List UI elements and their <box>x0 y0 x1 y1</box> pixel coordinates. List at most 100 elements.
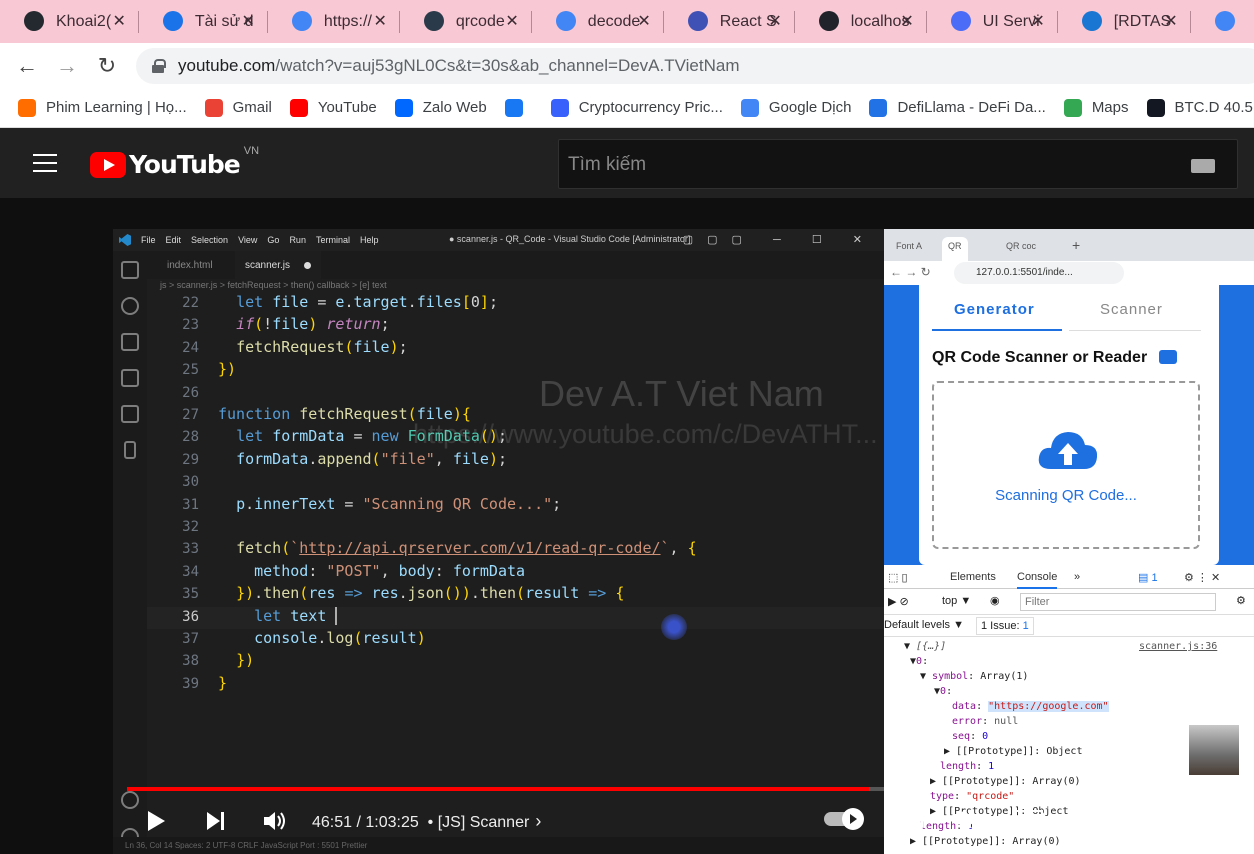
vuetify-icon <box>423 11 444 31</box>
console-tree-row: seq: 0 <box>952 731 989 742</box>
bookmark-icon <box>740 98 759 117</box>
browser-tab[interactable]: React S ✕ <box>664 0 794 43</box>
code-line: 35 }).then(res => res.json()).then(resul… <box>147 584 884 606</box>
youtube-header: YouTube VN Tìm kiếm <box>0 128 1254 198</box>
close-tab-icon[interactable]: ✕ <box>505 11 518 31</box>
line-number: 38 <box>182 653 199 670</box>
tab-underline <box>932 329 1062 331</box>
close-tab-icon[interactable]: ✕ <box>1031 11 1044 31</box>
browser-tab[interactable]: https://✕ <box>268 0 399 43</box>
code-text: fetch(`http://api.qrserver.com/v1/read-q… <box>236 539 697 558</box>
youtube-region: VN <box>243 144 260 157</box>
source-control-icon <box>121 333 139 351</box>
extensions-icon <box>121 405 139 423</box>
settings-icon[interactable] <box>953 796 985 846</box>
autoplay-knob <box>842 808 864 830</box>
progress-remaining <box>869 787 1127 791</box>
presenter-webcam <box>1189 725 1239 775</box>
next-video-icon[interactable] <box>201 796 231 846</box>
browser-tab[interactable]: [RDTAS ✕ <box>1058 0 1190 43</box>
message-badge: ▤ 1 <box>1138 572 1158 584</box>
embedded-nav-icons: ← → ↻ <box>890 265 931 279</box>
vscode-menu: File Edit Selection View Go Run Terminal Help <box>141 235 388 245</box>
subtitles-icon[interactable] <box>893 796 925 846</box>
reload-icon[interactable]: ↻ <box>87 46 127 86</box>
close-tab-icon[interactable]: ✕ <box>241 11 254 31</box>
devtools-tabs: ⬚ ▯ Elements Console » ▤ 1 ⚙ ⋮ ✕ <box>884 565 1254 589</box>
bookmark-icon <box>204 98 223 117</box>
bookmark-item[interactable]: YouTube <box>289 98 377 117</box>
window-controls: ▢▢▢ ─ ☐ ✕ <box>682 234 876 246</box>
bookmarks-bar: Phim Learning | Họ... Gmail YouTube Zalo We… <box>0 88 1254 128</box>
editor-breadcrumb: js > scanner.js > fetchRequest > then() … <box>160 280 387 290</box>
vscode-menu-item: File <box>141 235 156 245</box>
fullscreen-icon[interactable] <box>1195 796 1225 846</box>
theater-mode-icon[interactable] <box>1073 796 1107 846</box>
time-display: 46:51 / 1:03:25 • [JS] Scanner › <box>312 811 541 832</box>
bookmark-item[interactable] <box>504 98 533 117</box>
vscode-menu-item: Help <box>359 235 379 245</box>
line-number: 30 <box>182 474 199 491</box>
card-title: QR Code Scanner or Reader <box>932 349 1148 366</box>
mouse-click-indicator <box>661 614 687 640</box>
browser-tab[interactable]: decode ✕ <box>532 0 663 43</box>
browser-tab[interactable]: Khoai2(✕ <box>0 0 138 43</box>
chapter-title[interactable]: • [JS] Scanner <box>428 814 530 831</box>
address-bar[interactable]: youtube.com/watch?v=auj53gNL0Cs&t=30s&ab… <box>136 48 1254 84</box>
close-tab-icon[interactable]: ✕ <box>112 11 125 31</box>
video-player[interactable]: File Edit Selection View Go Run Terminal Help ●… <box>113 229 1254 854</box>
devtools-settings-icon: ⚙ ⋮ ✕ <box>1184 572 1221 584</box>
bookmark-item[interactable]: BTC.D 40.5 <box>1146 98 1253 117</box>
address-url[interactable]: youtube.com/watch?v=auj53gNL0Cs&t=30s&ab… <box>178 56 740 76</box>
menu-icon[interactable] <box>33 154 57 172</box>
google-icon <box>555 11 576 31</box>
code-text: console.log(result) <box>254 629 426 647</box>
browser-tab[interactable]: con <box>1191 0 1254 43</box>
close-tab-icon[interactable]: ✕ <box>1164 11 1177 31</box>
bookmark-item[interactable]: DefiLlama - DeFi Da... <box>869 98 1046 117</box>
forward-icon[interactable]: → <box>47 46 87 86</box>
browser-tab[interactable]: localhos ✕ <box>795 0 926 43</box>
youtube-logo[interactable]: YouTube VN <box>90 145 259 179</box>
code-line: 29 formData.append("file", file); <box>147 450 884 472</box>
code-text: method: "POST", body: formData <box>254 561 526 580</box>
cast-icon[interactable] <box>1133 796 1167 846</box>
document-icon <box>162 11 183 31</box>
close-tab-icon[interactable]: ✕ <box>768 11 781 31</box>
close-tab-icon[interactable]: ✕ <box>900 11 913 31</box>
close-tab-icon[interactable]: ✕ <box>637 11 650 31</box>
bookmark-item[interactable]: Zalo Web <box>394 98 487 117</box>
browser-tab[interactable]: qrcode ✕ <box>400 0 531 43</box>
browser-toolbar: ← → ↻ youtube.com/watch?v=auj53gNL0Cs&t=… <box>0 43 1254 88</box>
generator-tab: Generator <box>954 301 1035 318</box>
console-toolbar: ▶ ⊘ top ▼ ◉ Filter ⚙ <box>884 589 1254 615</box>
autoplay-toggle[interactable] <box>824 808 864 830</box>
bookmark-item[interactable]: Cryptocurrency Pric... <box>550 98 723 117</box>
console-tree-row: error: null <box>952 716 1019 727</box>
play-icon[interactable] <box>141 796 171 846</box>
channel-url-watermark: https://www.youtube.com/c/DevATHT... <box>413 419 878 449</box>
volume-icon[interactable] <box>259 796 293 846</box>
back-icon[interactable]: ← <box>7 46 47 86</box>
bookmark-item[interactable]: Phim Learning | Họ... <box>18 98 187 117</box>
search-input[interactable]: Tìm kiếm <box>558 139 1238 189</box>
github-icon <box>24 11 44 31</box>
browser-tab[interactable]: Tài sử d ✕ <box>139 0 267 43</box>
chapter-chevron-icon[interactable]: › <box>535 811 541 831</box>
bookmark-item[interactable]: Google Dịch <box>740 98 851 117</box>
upload-dropzone: Scanning QR Code... <box>932 381 1200 549</box>
vscode-menu-item: Edit <box>165 235 182 245</box>
keyboard-icon[interactable] <box>1191 159 1215 173</box>
close-tab-icon[interactable]: ✕ <box>373 11 386 31</box>
console-source-link: scanner.js:36 <box>1139 641 1218 652</box>
bookmark-item[interactable]: Gmail <box>204 98 272 117</box>
video-progress-bar[interactable] <box>127 787 1127 791</box>
bookmark-label: YouTube <box>317 99 377 116</box>
browser-tab-strip: Khoai2(✕ Tài sử d ✕ https://✕ qrcode ✕ decode ✕… <box>0 0 1254 43</box>
embedded-tab-strip: Font A QR QR coc + <box>884 229 1254 261</box>
context-value: top <box>942 595 958 607</box>
bookmark-item[interactable]: Maps <box>1063 98 1129 117</box>
miniplayer-icon[interactable] <box>1013 796 1045 846</box>
browser-tab[interactable]: UI Servi ✕ <box>927 0 1057 43</box>
lock-icon <box>152 59 166 73</box>
